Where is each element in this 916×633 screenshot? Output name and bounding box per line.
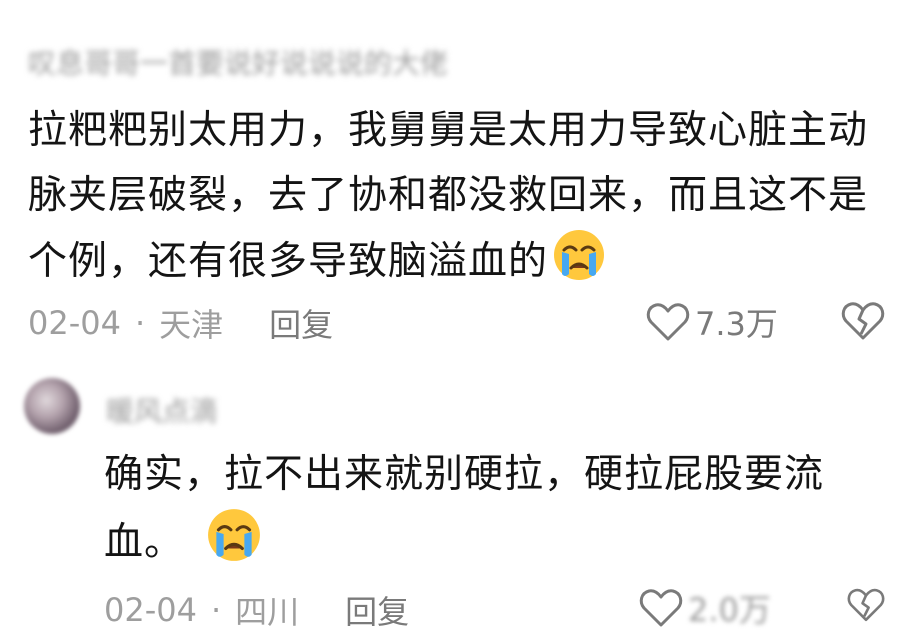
comment-line: 确实，拉不出来就别硬拉，硬拉屁股要流: [104, 452, 825, 497]
comment-author-name[interactable]: 叹息哥哥一首要说好说说说的大佬: [28, 42, 548, 82]
heart-outline-icon: [639, 589, 683, 627]
dislike-button[interactable]: [846, 586, 886, 628]
meta-separator: ·: [134, 304, 146, 342]
comment-line: 血。: [104, 507, 824, 583]
reply-button[interactable]: 回复: [345, 587, 409, 633]
crying-face-emoji-icon: [552, 228, 606, 302]
heart-outline-icon: [646, 303, 690, 341]
comment-line: 拉粑粑别太用力，我舅舅是太用力导致心脏主动: [28, 108, 869, 153]
comment-location: 四川: [235, 593, 300, 631]
like-button[interactable]: 7.3万: [645, 299, 778, 345]
comment-line: 脉夹层破裂，去了协和都没救回来，而且这不是: [28, 173, 869, 218]
meta-separator: ·: [210, 591, 222, 629]
comment-location: 天津: [159, 306, 224, 344]
broken-heart-icon: [841, 302, 885, 340]
comment-date: 02-04: [104, 591, 197, 629]
comment-text: 拉粑粑别太用力，我舅舅是太用力导致心脏主动 脉夹层破裂，去了协和都没救回来，而且…: [28, 98, 868, 302]
comment-line-text: 个例，还有很多导致脑溢血的: [28, 239, 549, 284]
comment-line: 个例，还有很多导致脑溢血的: [28, 228, 868, 302]
comment-author-name[interactable]: 暖风点滴: [106, 390, 246, 430]
broken-heart-icon: [847, 588, 885, 622]
comment-meta: 02-04 · 四川 回复: [104, 587, 409, 633]
dislike-button[interactable]: [840, 300, 886, 346]
crying-face-emoji-icon: [206, 507, 262, 583]
comment-meta: 02-04 · 天津 回复: [28, 300, 333, 346]
reply-button[interactable]: 回复: [269, 300, 333, 346]
comment-text: 确实，拉不出来就别硬拉，硬拉屁股要流 血。: [104, 442, 824, 583]
like-count: 2.0万: [688, 591, 771, 629]
comment-line-text: 血。: [104, 520, 185, 565]
comment-date: 02-04: [28, 304, 121, 342]
like-button[interactable]: 2.0万: [638, 585, 771, 631]
avatar[interactable]: [24, 378, 80, 434]
like-count: 7.3万: [695, 305, 778, 343]
